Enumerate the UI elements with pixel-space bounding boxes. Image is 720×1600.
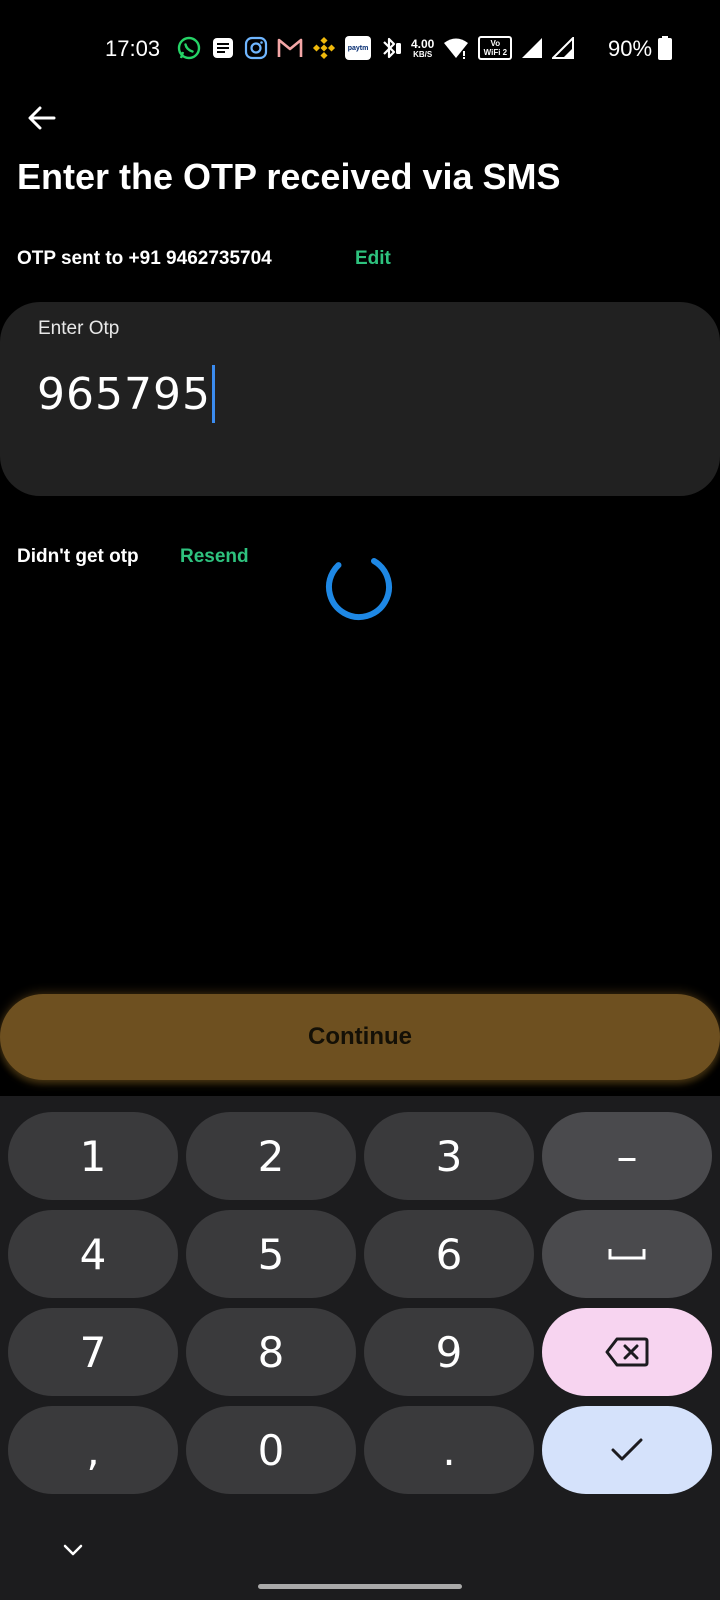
gmail-icon	[277, 35, 303, 61]
edit-phone-link[interactable]: Edit	[355, 248, 391, 270]
loading-spinner-icon	[326, 554, 392, 620]
key-comma[interactable]: ,	[8, 1406, 178, 1494]
signal-icon	[552, 35, 575, 61]
key-0[interactable]: 0	[186, 1406, 356, 1494]
key-period[interactable]: .	[364, 1406, 534, 1494]
key-2[interactable]: 2	[186, 1112, 356, 1200]
key-backspace[interactable]	[542, 1308, 712, 1396]
otp-input-value[interactable]: 965795	[37, 369, 211, 420]
network-speed: 4.00 KB/S	[411, 36, 435, 59]
status-icons: paytm 4.00 KB/S Vo WiFi 2	[176, 34, 575, 62]
key-1[interactable]: 1	[8, 1112, 178, 1200]
key-5[interactable]: 5	[186, 1210, 356, 1298]
resend-otp-link[interactable]: Resend	[180, 546, 249, 568]
bluetooth-icon	[380, 35, 402, 61]
continue-button[interactable]: Continue	[0, 994, 720, 1080]
otp-input-value-wrap[interactable]: 965795	[37, 365, 215, 423]
backspace-icon	[605, 1337, 649, 1367]
key-7[interactable]: 7	[8, 1308, 178, 1396]
otp-field-label: Enter Otp	[38, 318, 120, 339]
hide-keyboard-button[interactable]	[58, 1536, 88, 1564]
home-indicator[interactable]	[258, 1584, 462, 1589]
key-8[interactable]: 8	[186, 1308, 356, 1396]
arrow-left-icon	[28, 106, 56, 130]
volte-icon: Vo WiFi 2	[478, 35, 513, 61]
status-bar: 17:03 paytm 4.00 KB/S Vo WiFi 2 90%	[0, 0, 720, 96]
chevron-down-icon	[63, 1544, 83, 1556]
text-caret	[211, 365, 215, 423]
battery-percent: 90%	[608, 36, 653, 61]
checkmark-icon	[611, 1438, 643, 1461]
binance-icon	[312, 35, 336, 61]
otp-sent-text: OTP sent to +91 9462735704	[17, 248, 272, 269]
battery-icon	[658, 36, 672, 60]
key-9[interactable]: 9	[364, 1308, 534, 1396]
signal-icon	[521, 35, 543, 61]
space-bar-icon	[608, 1249, 646, 1260]
instagram-icon	[244, 35, 268, 61]
messages-icon	[211, 35, 235, 61]
page-title: Enter the OTP received via SMS	[17, 156, 561, 197]
didnt-get-otp-text: Didn't get otp	[17, 546, 139, 567]
key-done[interactable]	[542, 1406, 712, 1494]
key-space[interactable]	[542, 1210, 712, 1298]
continue-button-label: Continue	[308, 1023, 412, 1050]
status-time: 17:03	[105, 36, 161, 61]
key-3[interactable]: 3	[364, 1112, 534, 1200]
key-4[interactable]: 4	[8, 1210, 178, 1298]
back-button[interactable]	[20, 96, 64, 140]
paytm-icon: paytm	[345, 35, 371, 61]
wifi-icon	[443, 35, 469, 61]
whatsapp-icon	[176, 35, 202, 61]
key-6[interactable]: 6	[364, 1210, 534, 1298]
key-minus[interactable]: –	[542, 1112, 712, 1200]
numeric-keyboard: 1 2 3 – 4 5 6 7 8 9 , 0 .	[0, 1096, 720, 1600]
